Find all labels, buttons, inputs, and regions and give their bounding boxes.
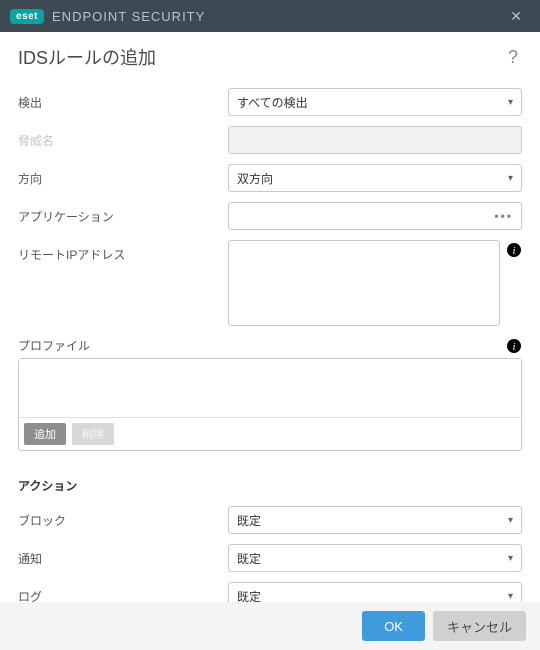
svg-text:i: i — [512, 245, 515, 257]
page-title: IDSルールの追加 — [18, 44, 504, 70]
ok-button[interactable]: OK — [362, 611, 425, 641]
block-select[interactable]: 既定 ▾ — [228, 506, 522, 534]
label-detection: 検出 — [18, 88, 228, 111]
label-block: ブロック — [18, 506, 228, 529]
action-section-title: アクション — [18, 477, 522, 494]
help-icon[interactable]: ? — [504, 47, 522, 68]
label-notify: 通知 — [18, 544, 228, 567]
block-select-value: 既定 — [237, 512, 261, 529]
remote-ip-textarea[interactable] — [228, 240, 500, 326]
direction-select[interactable]: 双方向 ▾ — [228, 164, 522, 192]
titlebar: eset ENDPOINT SECURITY ✕ — [0, 0, 540, 32]
direction-select-value: 双方向 — [237, 170, 273, 187]
add-button[interactable]: 追加 — [24, 423, 66, 445]
label-application: アプリケーション — [18, 202, 228, 225]
chevron-down-icon: ▾ — [508, 553, 513, 564]
notify-select[interactable]: 既定 ▾ — [228, 544, 522, 572]
label-remote-ip: リモートIPアドレス — [18, 240, 228, 263]
notify-select-value: 既定 — [237, 550, 261, 567]
application-input[interactable]: ••• — [228, 202, 522, 230]
chevron-down-icon: ▾ — [508, 97, 513, 108]
label-profile: プロファイル — [18, 337, 500, 354]
profile-list[interactable] — [19, 359, 521, 417]
detection-select-value: すべての検出 — [237, 94, 308, 111]
delete-button: 削除 — [72, 423, 114, 445]
chevron-down-icon: ▾ — [508, 173, 513, 184]
label-direction: 方向 — [18, 164, 228, 187]
profile-box: 追加 削除 — [18, 358, 522, 451]
threat-name-field — [228, 126, 522, 154]
footer: OK キャンセル — [0, 602, 540, 650]
info-icon[interactable]: i — [506, 242, 522, 258]
label-threat-name: 脅威名 — [18, 126, 228, 149]
product-name: ENDPOINT SECURITY — [52, 9, 205, 24]
browse-button[interactable]: ••• — [494, 209, 513, 223]
close-icon[interactable]: ✕ — [502, 4, 530, 29]
chevron-down-icon: ▾ — [508, 515, 513, 526]
cancel-button[interactable]: キャンセル — [433, 611, 526, 641]
detection-select[interactable]: すべての検出 ▾ — [228, 88, 522, 116]
logo-badge: eset — [10, 9, 44, 24]
info-icon[interactable]: i — [506, 338, 522, 354]
chevron-down-icon: ▾ — [508, 591, 513, 602]
svg-text:i: i — [512, 341, 515, 353]
